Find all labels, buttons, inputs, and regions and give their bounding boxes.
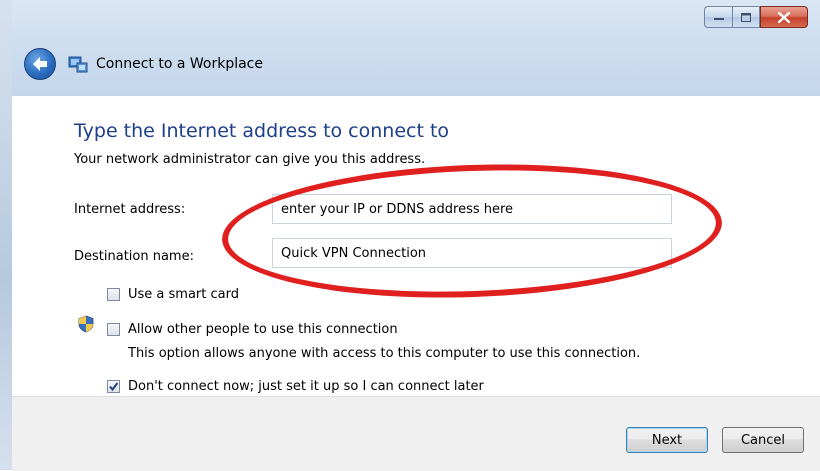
internet-address-input[interactable] <box>272 194 672 224</box>
smart-card-checkbox[interactable] <box>107 288 120 301</box>
page-subtext: Your network administrator can give you … <box>74 152 426 167</box>
wizard-nav: Connect to a Workplace <box>24 48 263 80</box>
window-controls <box>704 6 808 28</box>
uac-shield-icon <box>78 315 94 333</box>
allow-others-hint: This option allows anyone with access to… <box>128 346 641 361</box>
maximize-icon <box>741 12 751 22</box>
internet-address-label: Internet address: <box>74 202 186 217</box>
allow-others-option[interactable]: Allow other people to use this connectio… <box>107 322 398 337</box>
title-bar: Connect to a Workplace <box>12 0 820 96</box>
destination-name-label: Destination name: <box>74 249 194 264</box>
checkmark-icon <box>109 382 119 392</box>
wizard-window: Connect to a Workplace Type the Internet… <box>12 0 820 471</box>
maximize-button[interactable] <box>732 6 760 28</box>
destination-name-input[interactable] <box>272 238 672 268</box>
network-connection-icon <box>68 55 88 73</box>
wizard-footer: Next Cancel <box>12 396 820 471</box>
back-arrow-icon <box>33 57 47 71</box>
smart-card-label: Use a smart card <box>128 287 239 302</box>
page-heading: Type the Internet address to connect to <box>74 120 450 142</box>
minimize-icon <box>713 18 724 20</box>
dont-connect-option[interactable]: Don't connect now; just set it up so I c… <box>107 379 484 394</box>
cancel-button[interactable]: Cancel <box>722 427 804 453</box>
smart-card-option[interactable]: Use a smart card <box>107 287 239 302</box>
minimize-button[interactable] <box>704 6 732 28</box>
next-button[interactable]: Next <box>626 427 708 453</box>
desktop-background-strip <box>0 0 12 470</box>
allow-others-checkbox[interactable] <box>107 323 120 336</box>
wizard-content: Type the Internet address to connect to … <box>12 96 820 396</box>
dont-connect-label: Don't connect now; just set it up so I c… <box>128 379 484 394</box>
allow-others-label: Allow other people to use this connectio… <box>128 322 398 337</box>
close-button[interactable] <box>760 6 808 28</box>
back-button[interactable] <box>24 48 56 80</box>
window-title: Connect to a Workplace <box>96 56 263 72</box>
dont-connect-checkbox[interactable] <box>107 380 120 393</box>
close-icon <box>778 11 790 23</box>
